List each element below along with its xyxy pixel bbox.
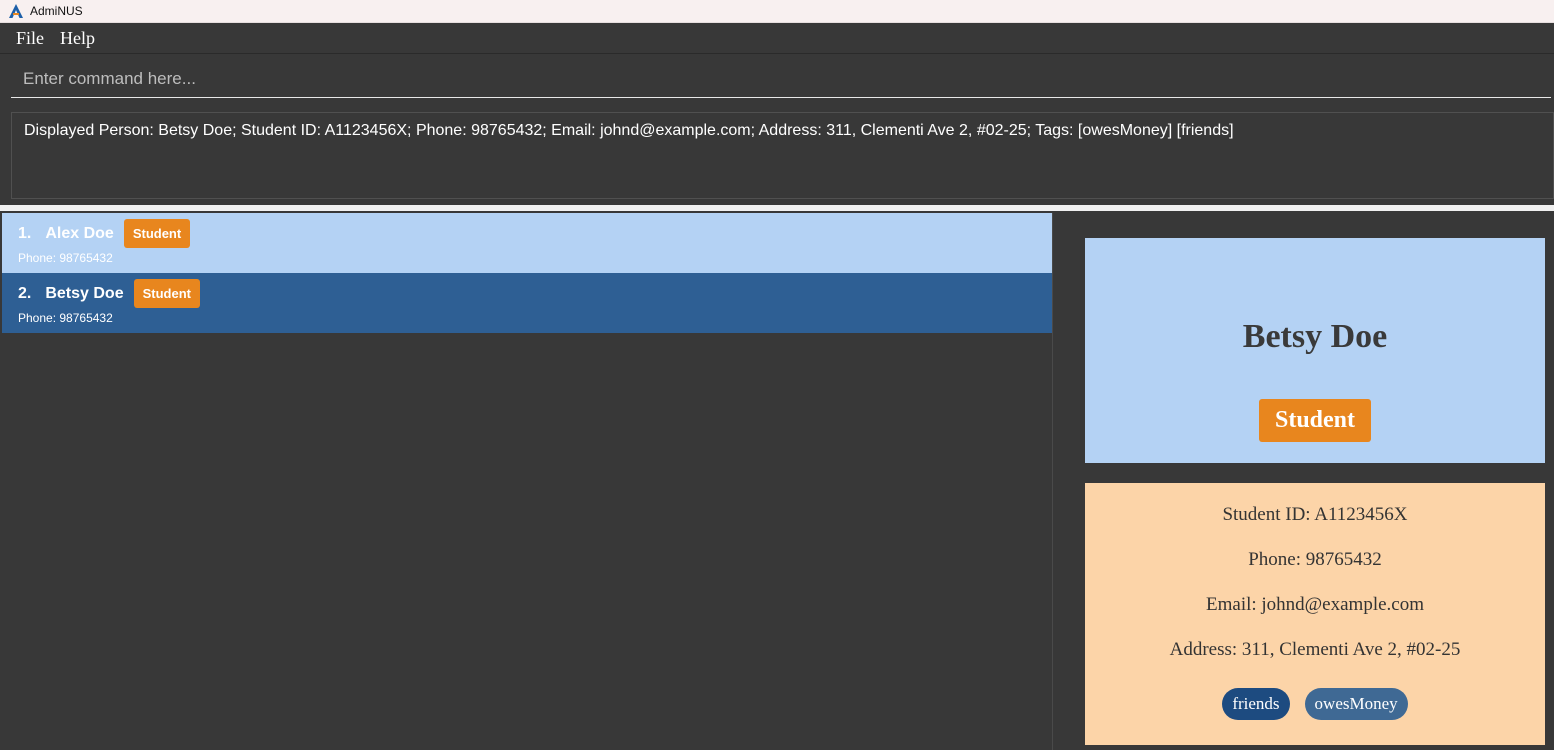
person-card-header: 2. Betsy Doe Student [18,279,200,308]
tag-friends: friends [1222,688,1290,720]
detail-phone: Phone: 98765432 [1248,549,1382,570]
person-card-header: 1. Alex Doe Student [18,219,191,248]
detail-student-id: Student ID: A1123456X [1222,504,1408,525]
detail-header: Betsy Doe Student [1085,238,1545,463]
menubar: File Help [0,23,1554,54]
person-card-2[interactable]: 2. Betsy Doe Student Phone: 98765432 [2,273,1052,333]
detail-address: Address: 311, Clementi Ave 2, #02-25 [1169,639,1461,660]
menu-file[interactable]: File [8,28,52,49]
role-badge: Student [133,279,200,308]
tag-list: friends owesMoney [1085,688,1545,720]
person-phone: Phone: 98765432 [18,311,113,325]
menu-help[interactable]: Help [52,28,103,49]
detail-email: Email: johnd@example.com [1206,594,1424,615]
command-box [0,54,1554,108]
person-index: 2. [18,284,32,302]
result-text: Displayed Person: Betsy Doe; Student ID:… [24,122,1234,139]
adminus-logo-icon [9,4,23,18]
person-name: Betsy Doe [45,284,124,302]
detail-info: Student ID: A1123456X Phone: 98765432 Em… [1085,483,1545,745]
detail-name: Betsy Doe [1242,318,1388,355]
window-titlebar: AdmiNUS [0,0,1554,23]
tag-owesmoney: owesMoney [1304,688,1408,720]
person-phone: Phone: 98765432 [18,251,113,265]
person-card-1[interactable]: 1. Alex Doe Student Phone: 98765432 [2,213,1052,273]
window-title: AdmiNUS [30,4,83,18]
person-detail-panel: Betsy Doe Student Student ID: A1123456X … [1053,213,1554,750]
role-badge: Student [123,219,191,248]
result-display: Displayed Person: Betsy Doe; Student ID:… [11,112,1554,199]
command-input[interactable] [11,60,1551,98]
person-list-panel: 1. Alex Doe Student Phone: 98765432 2. B… [2,213,1052,750]
detail-role-badge: Student [1259,399,1371,442]
person-name: Alex Doe [45,224,114,242]
split-divider[interactable] [0,205,1554,211]
person-index: 1. [18,224,32,242]
